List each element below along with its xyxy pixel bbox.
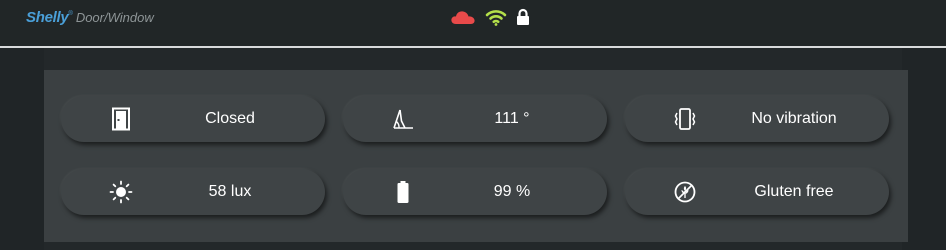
cloud-icon[interactable] — [450, 9, 476, 25]
illuminance-tile[interactable]: 58 lux — [61, 169, 325, 215]
lock-icon[interactable] — [516, 8, 530, 26]
wifi-icon[interactable] — [485, 8, 507, 26]
device-model: Door/Window — [75, 10, 154, 25]
tilt-angle-icon — [391, 107, 415, 131]
door-icon — [109, 107, 133, 131]
vibration-icon — [673, 107, 697, 131]
status-icons — [450, 8, 530, 26]
door-state-tile[interactable]: Closed — [61, 96, 325, 142]
left-margin — [0, 48, 44, 250]
illuminance-value: 58 lux — [208, 183, 252, 200]
header-divider — [0, 46, 946, 48]
battery-icon — [391, 180, 415, 204]
vibration-value: No vibration — [751, 110, 837, 127]
tilt-value: 111 ° — [494, 110, 530, 127]
door-state-value: Closed — [205, 110, 255, 127]
registered-mark: ® — [68, 11, 73, 17]
top-bar: Shelly ® Door/Window — [0, 0, 946, 46]
gluten-tile[interactable]: Gluten free — [625, 169, 889, 215]
right-margin — [902, 48, 946, 250]
gluten-free-icon — [673, 180, 697, 204]
battery-value: 99 % — [493, 183, 531, 200]
tilt-tile[interactable]: 111 ° — [343, 96, 607, 142]
sun-icon — [109, 180, 133, 204]
battery-tile[interactable]: 99 % — [343, 169, 607, 215]
gluten-value: Gluten free — [754, 183, 834, 200]
brand-logo: Shelly — [26, 9, 69, 26]
brand: Shelly ® Door/Window — [26, 9, 154, 29]
vibration-tile[interactable]: No vibration — [625, 96, 889, 142]
